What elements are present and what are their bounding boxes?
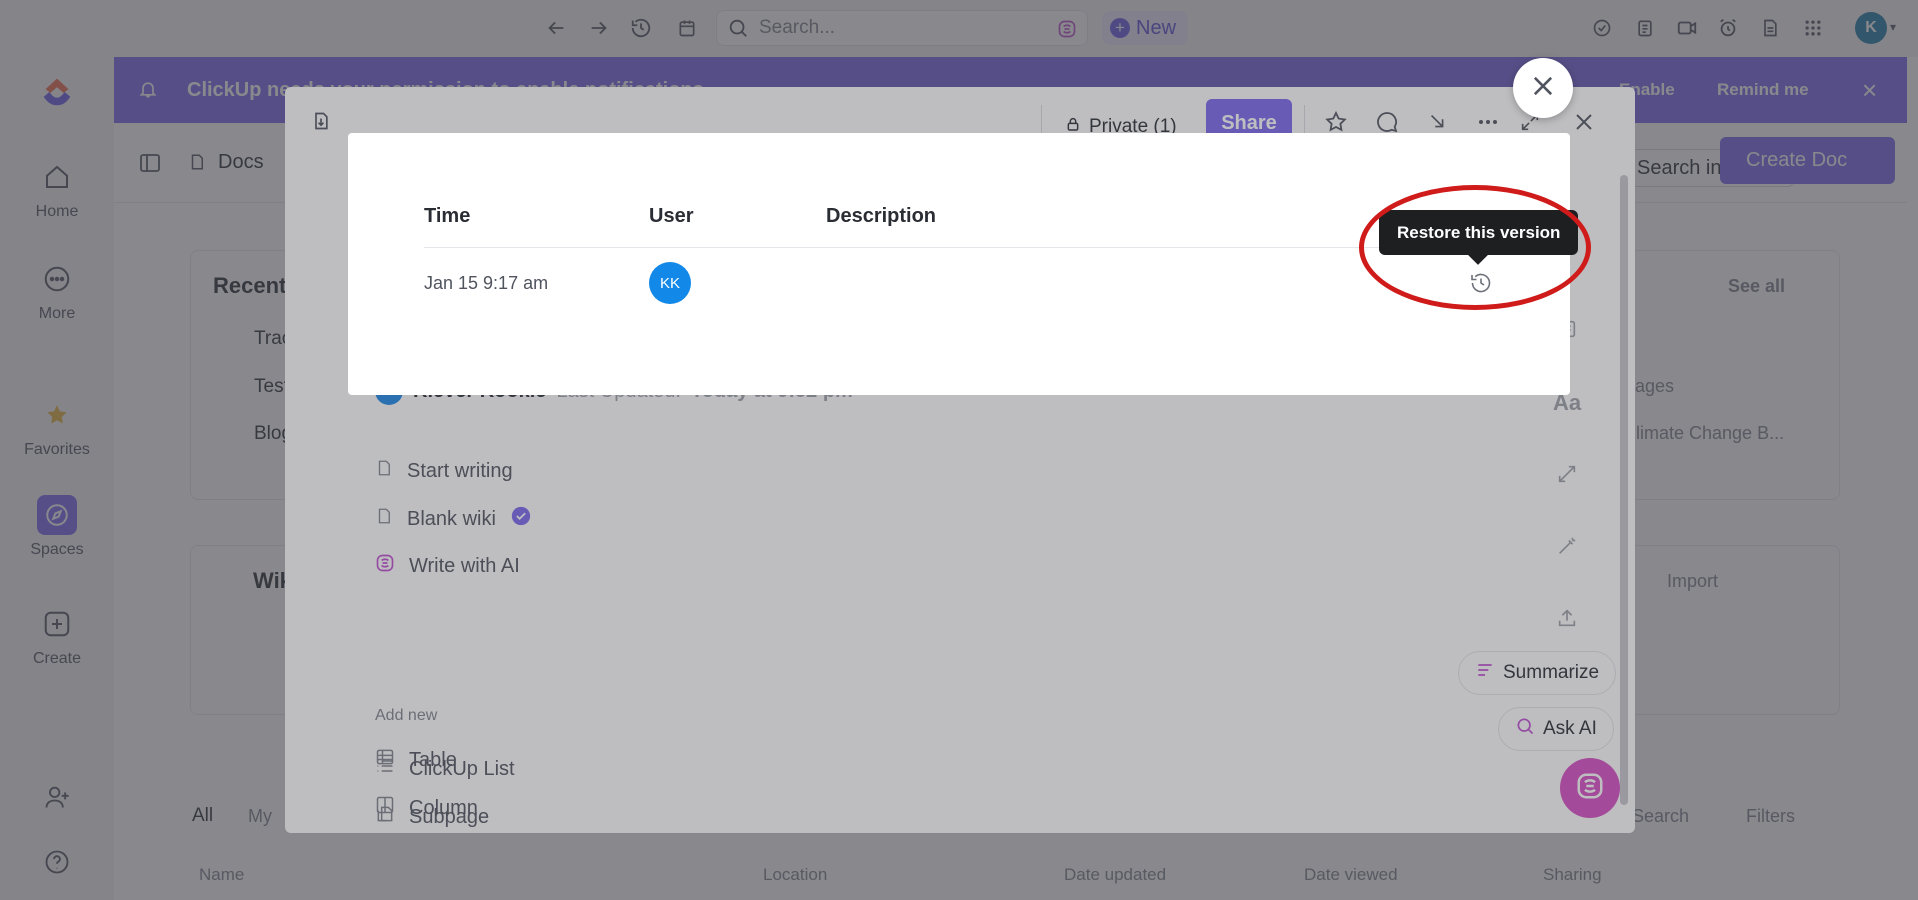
divider: [424, 247, 1494, 248]
close-icon: [1529, 72, 1557, 105]
column-header-description: Description: [826, 205, 937, 227]
highlight-annotation: [1359, 185, 1591, 310]
column-header-time: Time: [424, 205, 471, 227]
column-header-user: User: [649, 205, 694, 227]
close-history-button[interactable]: [1513, 58, 1573, 118]
avatar: KK: [649, 262, 691, 304]
version-time: Jan 15 9:17 am: [424, 273, 549, 293]
